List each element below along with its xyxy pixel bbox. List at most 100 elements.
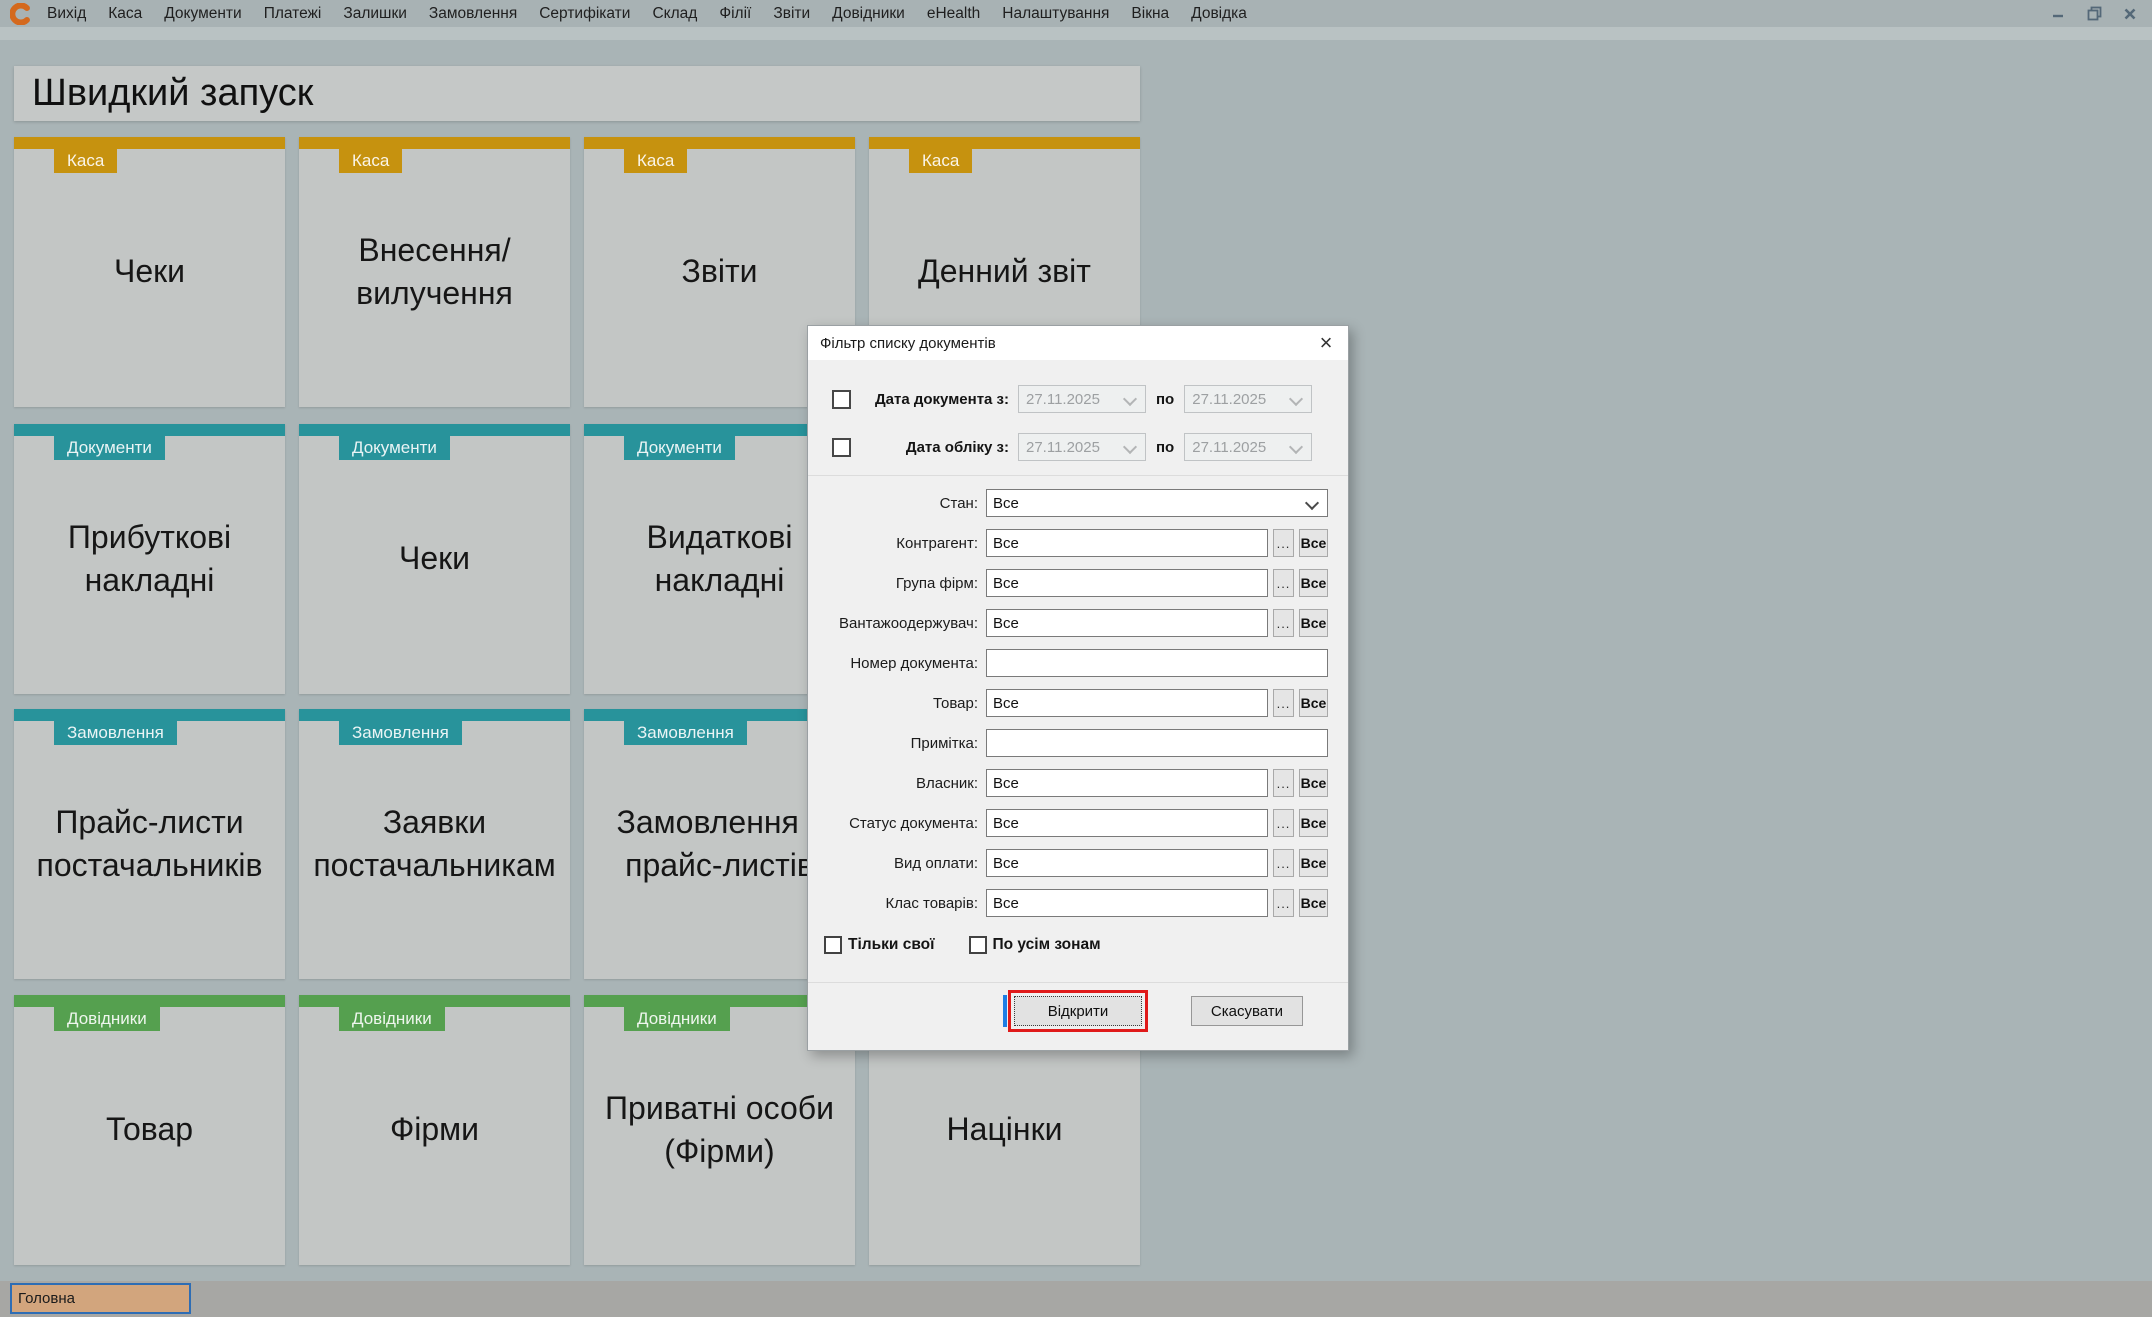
field-label-owner: Власник: bbox=[816, 775, 978, 792]
tile-dokumenty-income-invoices[interactable]: ДокументиПрибуткові накладні bbox=[14, 424, 285, 694]
menu-item-3[interactable]: Платежі bbox=[253, 5, 333, 23]
lookup-all-button-product-class[interactable]: Все bbox=[1299, 889, 1328, 917]
field-row-payment-type: Вид оплати: Все...Все bbox=[816, 849, 1348, 877]
tile-zamovlennia-supplier-price-lists[interactable]: ЗамовленняПрайс-листи постачальників bbox=[14, 709, 285, 979]
dialog-checkboxes: Тільки своїПо усім зонам bbox=[824, 936, 1101, 954]
lookup-browse-button-owner[interactable]: ... bbox=[1273, 769, 1294, 797]
field-row-doc-number: Номер документа: bbox=[816, 649, 1348, 677]
checkbox-doc-date[interactable] bbox=[832, 390, 851, 409]
lookup-input-counterparty[interactable]: Все bbox=[986, 529, 1268, 557]
tile-kasa-deposit-withdrawal[interactable]: КасаВнесення/вилучення bbox=[299, 137, 570, 407]
lookup-all-button-counterparty[interactable]: Все bbox=[1299, 529, 1328, 557]
close-button[interactable] bbox=[2120, 5, 2140, 23]
lookup-browse-button-product-class[interactable]: ... bbox=[1273, 889, 1294, 917]
checkbox-all-zones[interactable] bbox=[969, 936, 987, 954]
menu-item-2[interactable]: Документи bbox=[153, 5, 252, 23]
lookup-input-doc-status[interactable]: Все bbox=[986, 809, 1268, 837]
lookup-all-button-product[interactable]: Все bbox=[1299, 689, 1328, 717]
field-row-product: Товар: Все...Все bbox=[816, 689, 1348, 717]
date-filter-row-account-date: Дата обліку з:27.11.2025по27.11.2025 bbox=[832, 433, 1348, 461]
chevron-down-icon bbox=[1289, 440, 1303, 454]
lookup-browse-button-consignee[interactable]: ... bbox=[1273, 609, 1294, 637]
menu-item-10[interactable]: Довідники bbox=[821, 5, 916, 23]
lookup-all-button-firm-group[interactable]: Все bbox=[1299, 569, 1328, 597]
menu-item-5[interactable]: Замовлення bbox=[418, 5, 528, 23]
field-row-firm-group: Група фірм: Все...Все bbox=[816, 569, 1348, 597]
menu-item-7[interactable]: Склад bbox=[641, 5, 708, 23]
date-picker-account-date[interactable]: 27.11.2025 bbox=[1184, 433, 1312, 461]
menu-item-9[interactable]: Звіти bbox=[762, 5, 821, 23]
tile-dokumenty-cheques[interactable]: ДокументиЧеки bbox=[299, 424, 570, 694]
tile-label: Товар bbox=[14, 995, 285, 1265]
minimize-button[interactable] bbox=[2048, 5, 2068, 23]
date-picker-doc-date[interactable]: 27.11.2025 bbox=[1018, 385, 1146, 413]
menu-item-11[interactable]: eHealth bbox=[916, 5, 991, 23]
lookup-browse-button-product[interactable]: ... bbox=[1273, 689, 1294, 717]
tile-label: Чеки bbox=[14, 137, 285, 407]
field-label-product: Товар: bbox=[816, 695, 978, 712]
menu-item-14[interactable]: Довідка bbox=[1180, 5, 1258, 23]
date-picker-doc-date[interactable]: 27.11.2025 bbox=[1184, 385, 1312, 413]
date-picker-account-date[interactable]: 27.11.2025 bbox=[1018, 433, 1146, 461]
field-row-note: Примітка: bbox=[816, 729, 1348, 757]
checkbox-label-all-zones: По усім зонам bbox=[993, 936, 1101, 954]
menu-item-8[interactable]: Філії bbox=[708, 5, 762, 23]
text-input-note[interactable] bbox=[986, 729, 1328, 757]
tile-label: Заявки постачальникам bbox=[299, 709, 570, 979]
field-row-state: Стан:Все bbox=[816, 489, 1348, 517]
field-label-note: Примітка: bbox=[816, 735, 978, 752]
lookup-input-owner[interactable]: Все bbox=[986, 769, 1268, 797]
menu-items: ВихідКасаДокументиПлатежіЗалишкиЗамовлен… bbox=[36, 5, 1258, 23]
restore-button[interactable] bbox=[2084, 5, 2104, 23]
lookup-browse-button-counterparty[interactable]: ... bbox=[1273, 529, 1294, 557]
field-row-counterparty: Контрагент: Все...Все bbox=[816, 529, 1348, 557]
lookup-browse-button-doc-status[interactable]: ... bbox=[1273, 809, 1294, 837]
app-window: ВихідКасаДокументиПлатежіЗалишкиЗамовлен… bbox=[0, 0, 2152, 1317]
lookup-all-button-payment-type[interactable]: Все bbox=[1299, 849, 1328, 877]
open-button[interactable]: Відкрити bbox=[1014, 996, 1142, 1026]
menu-item-0[interactable]: Вихід bbox=[36, 5, 97, 23]
page-title: Швидкий запуск bbox=[14, 66, 1140, 121]
tile-dovidnyky-firms[interactable]: ДовідникиФірми bbox=[299, 995, 570, 1265]
field-row-product-class: Клас товарів:Все...Все bbox=[816, 889, 1348, 917]
dialog-close-icon[interactable]: × bbox=[1312, 329, 1340, 357]
field-label-firm-group: Група фірм: bbox=[816, 575, 978, 592]
field-label-counterparty: Контрагент: bbox=[816, 535, 978, 552]
field-row-owner: Власник: Все...Все bbox=[816, 769, 1348, 797]
date-range-to-label: по bbox=[1156, 391, 1174, 408]
checkbox-account-date[interactable] bbox=[832, 438, 851, 457]
lookup-all-button-doc-status[interactable]: Все bbox=[1299, 809, 1328, 837]
field-label-payment-type: Вид оплати: bbox=[816, 855, 978, 872]
tile-zamovlennia-supplier-requests[interactable]: ЗамовленняЗаявки постачальникам bbox=[299, 709, 570, 979]
tab-home[interactable]: Головна bbox=[10, 1283, 191, 1314]
date-filter-label: Дата документа з: bbox=[851, 391, 1009, 408]
menu-item-6[interactable]: Сертифікати bbox=[528, 5, 641, 23]
field-row-consignee: Вантажоодержувач: Все...Все bbox=[816, 609, 1348, 637]
chevron-down-icon bbox=[1305, 496, 1319, 510]
field-row-doc-status: Статус документа:Все...Все bbox=[816, 809, 1348, 837]
lookup-all-button-owner[interactable]: Все bbox=[1299, 769, 1328, 797]
lookup-all-button-consignee[interactable]: Все bbox=[1299, 609, 1328, 637]
lookup-input-product-class[interactable]: Все bbox=[986, 889, 1268, 917]
combo-state[interactable]: Все bbox=[986, 489, 1328, 517]
lookup-browse-button-firm-group[interactable]: ... bbox=[1273, 569, 1294, 597]
menu-item-12[interactable]: Налаштування bbox=[991, 5, 1120, 23]
date-range-to-label: по bbox=[1156, 439, 1174, 456]
menu-item-4[interactable]: Залишки bbox=[332, 5, 418, 23]
lookup-input-product[interactable]: Все bbox=[986, 689, 1268, 717]
cancel-button[interactable]: Скасувати bbox=[1191, 996, 1303, 1026]
menu-item-1[interactable]: Каса bbox=[97, 5, 153, 23]
checkbox-only-own[interactable] bbox=[824, 936, 842, 954]
tile-kasa-cheques[interactable]: КасаЧеки bbox=[14, 137, 285, 407]
text-input-doc-number[interactable] bbox=[986, 649, 1328, 677]
lookup-browse-button-payment-type[interactable]: ... bbox=[1273, 849, 1294, 877]
field-label-consignee: Вантажоодержувач: bbox=[816, 615, 978, 632]
menubar: ВихідКасаДокументиПлатежіЗалишкиЗамовлен… bbox=[0, 0, 2152, 27]
filter-dialog: Фільтр списку документів × Дата документ… bbox=[807, 325, 1349, 1051]
lookup-input-consignee[interactable]: Все bbox=[986, 609, 1268, 637]
menu-item-13[interactable]: Вікна bbox=[1120, 5, 1180, 23]
lookup-input-payment-type[interactable]: Все bbox=[986, 849, 1268, 877]
lookup-input-firm-group[interactable]: Все bbox=[986, 569, 1268, 597]
tile-dovidnyky-product[interactable]: ДовідникиТовар bbox=[14, 995, 285, 1265]
chevron-down-icon bbox=[1123, 392, 1137, 406]
